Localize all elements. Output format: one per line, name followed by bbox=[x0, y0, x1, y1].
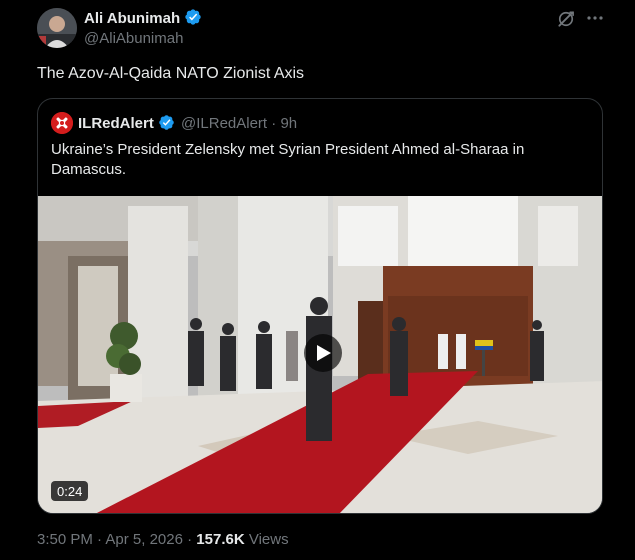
post-time[interactable]: 3:50 PM bbox=[37, 531, 93, 548]
quote-handle[interactable]: @ILRedAlert bbox=[181, 115, 267, 132]
footer-separator: · bbox=[187, 531, 193, 548]
quoted-tweet[interactable]: ILRedAlert @ILRedAlert · 9h Ukraine’s Pr… bbox=[37, 98, 603, 514]
author-avatar[interactable] bbox=[37, 8, 77, 48]
tweet[interactable]: Ali Abunimah @AliAbunimah The Azov-Al-Qa… bbox=[0, 0, 635, 560]
video-duration: 0:24 bbox=[51, 481, 89, 501]
views-count: 157.6K bbox=[196, 531, 245, 548]
grok-icon[interactable] bbox=[556, 9, 576, 29]
verified-badge-icon bbox=[159, 115, 174, 130]
play-button[interactable] bbox=[304, 334, 342, 372]
quote-author-name[interactable]: ILRedAlert bbox=[78, 115, 154, 132]
verified-badge-icon bbox=[185, 9, 201, 25]
quote-avatar[interactable] bbox=[51, 112, 73, 134]
views-label: Views bbox=[248, 531, 289, 548]
quote-text: Ukraine’s President Zelensky met Syrian … bbox=[51, 141, 525, 178]
quote-separator: · bbox=[271, 115, 277, 132]
play-icon bbox=[317, 345, 331, 361]
author-name[interactable]: Ali Abunimah bbox=[84, 8, 202, 27]
author-name-text[interactable]: Ali Abunimah bbox=[84, 10, 180, 27]
tweet-footer: 3:50 PM · Apr 5, 2026 · 157.6K Views bbox=[37, 531, 289, 548]
post-date[interactable]: Apr 5, 2026 bbox=[105, 531, 183, 548]
quote-author[interactable]: ILRedAlert bbox=[78, 114, 175, 132]
quote-time[interactable]: 9h bbox=[280, 115, 297, 132]
quote-meta: @ILRedAlert · 9h bbox=[181, 115, 297, 132]
footer-separator: · bbox=[97, 531, 103, 548]
more-options-icon[interactable] bbox=[584, 8, 606, 28]
tweet-text: The Azov-Al-Qaida NATO Zionist Axis bbox=[37, 65, 305, 82]
video-player[interactable]: 0:24 bbox=[38, 196, 602, 513]
author-handle[interactable]: @AliAbunimah bbox=[84, 30, 183, 47]
